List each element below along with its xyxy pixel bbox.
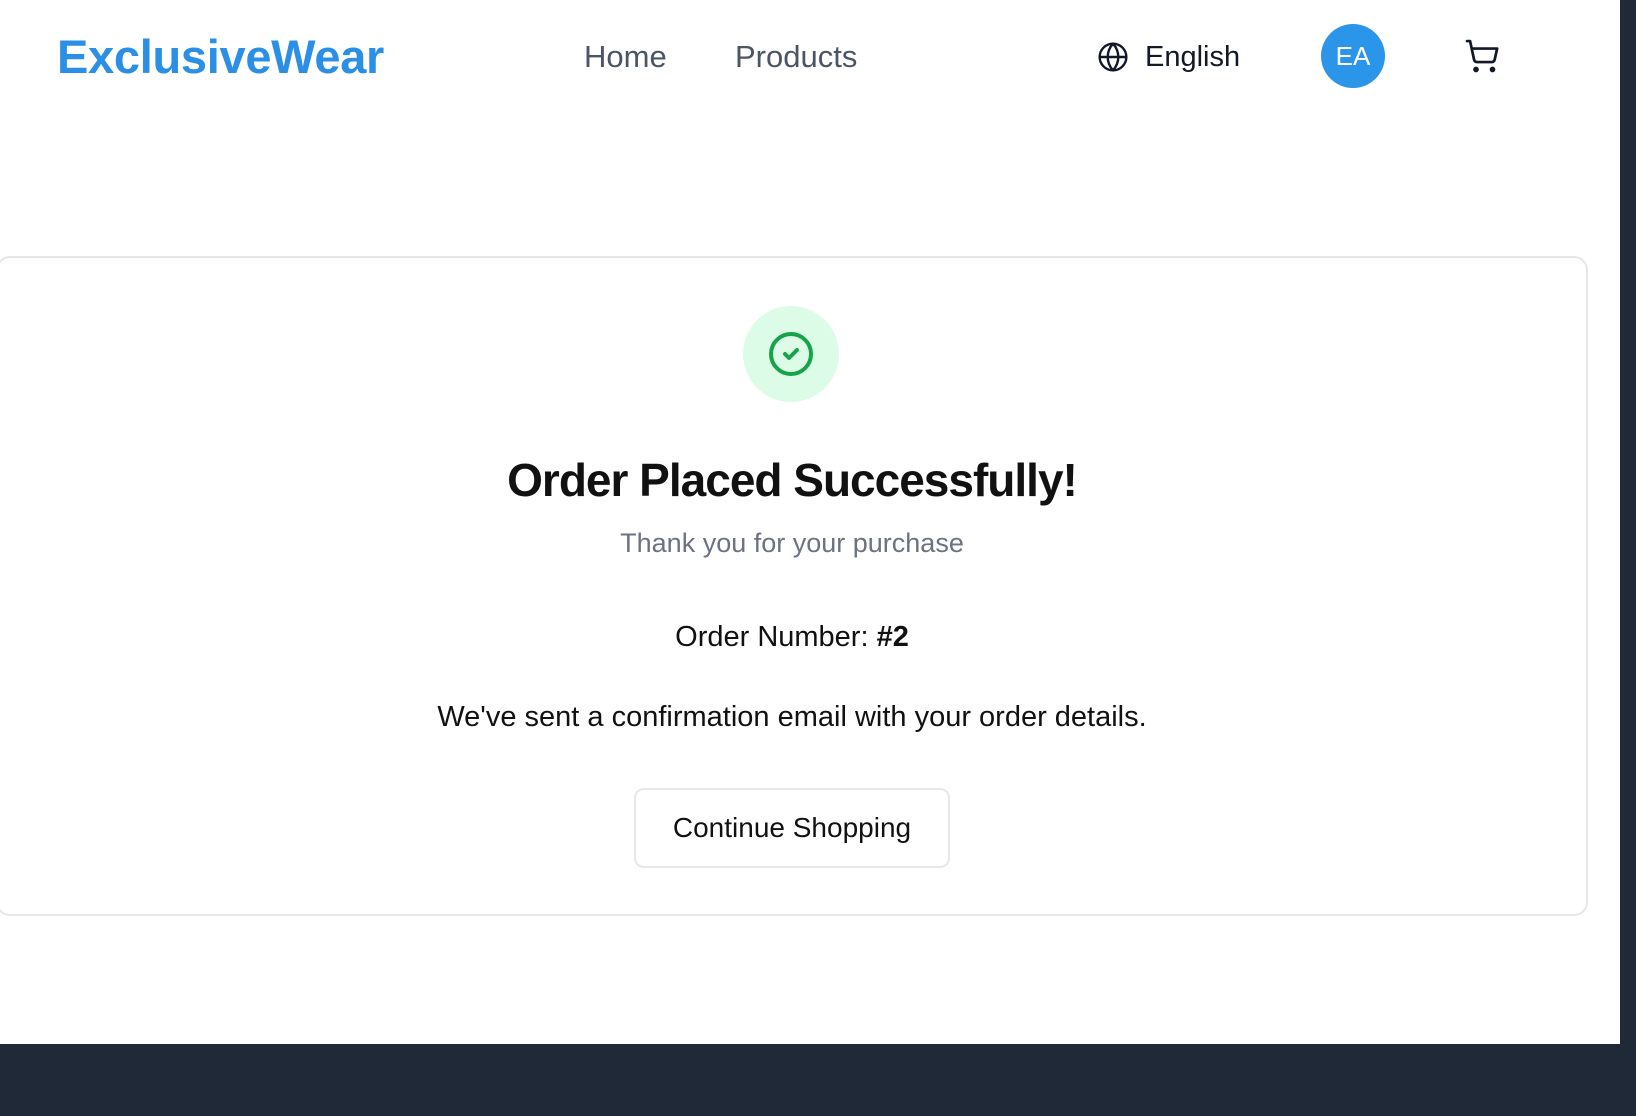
language-label: English bbox=[1145, 41, 1241, 73]
site-footer bbox=[0, 1044, 1620, 1116]
cart-icon bbox=[1465, 39, 1499, 73]
user-avatar[interactable]: EA bbox=[1321, 24, 1385, 88]
brand-logo[interactable]: ExclusiveWear bbox=[57, 29, 384, 85]
success-badge bbox=[743, 306, 839, 402]
nav-products-link[interactable]: Products bbox=[735, 38, 857, 76]
continue-shopping-button[interactable]: Continue Shopping bbox=[634, 788, 950, 868]
cart-button[interactable] bbox=[1464, 38, 1500, 74]
order-number-label: Order Number: bbox=[675, 621, 869, 653]
email-confirmation-note: We've sent a confirmation email with you… bbox=[437, 701, 1147, 733]
confirmation-title: Order Placed Successfully! bbox=[507, 454, 1078, 506]
page: ExclusiveWear Home Products English EA O… bbox=[0, 0, 1620, 1116]
order-number-line: Order Number: #2 bbox=[0, 618, 1586, 656]
site-header: ExclusiveWear Home Products English EA bbox=[0, 0, 1620, 114]
language-selector[interactable]: English bbox=[1097, 38, 1240, 76]
nav-home-link[interactable]: Home bbox=[584, 38, 667, 76]
check-circle-icon bbox=[769, 332, 813, 376]
order-confirmation-card: Order Placed Successfully! Thank you for… bbox=[0, 256, 1588, 916]
order-number-value: #2 bbox=[876, 621, 909, 653]
globe-icon bbox=[1098, 42, 1128, 72]
confirmation-subtitle: Thank you for your purchase bbox=[620, 528, 964, 558]
